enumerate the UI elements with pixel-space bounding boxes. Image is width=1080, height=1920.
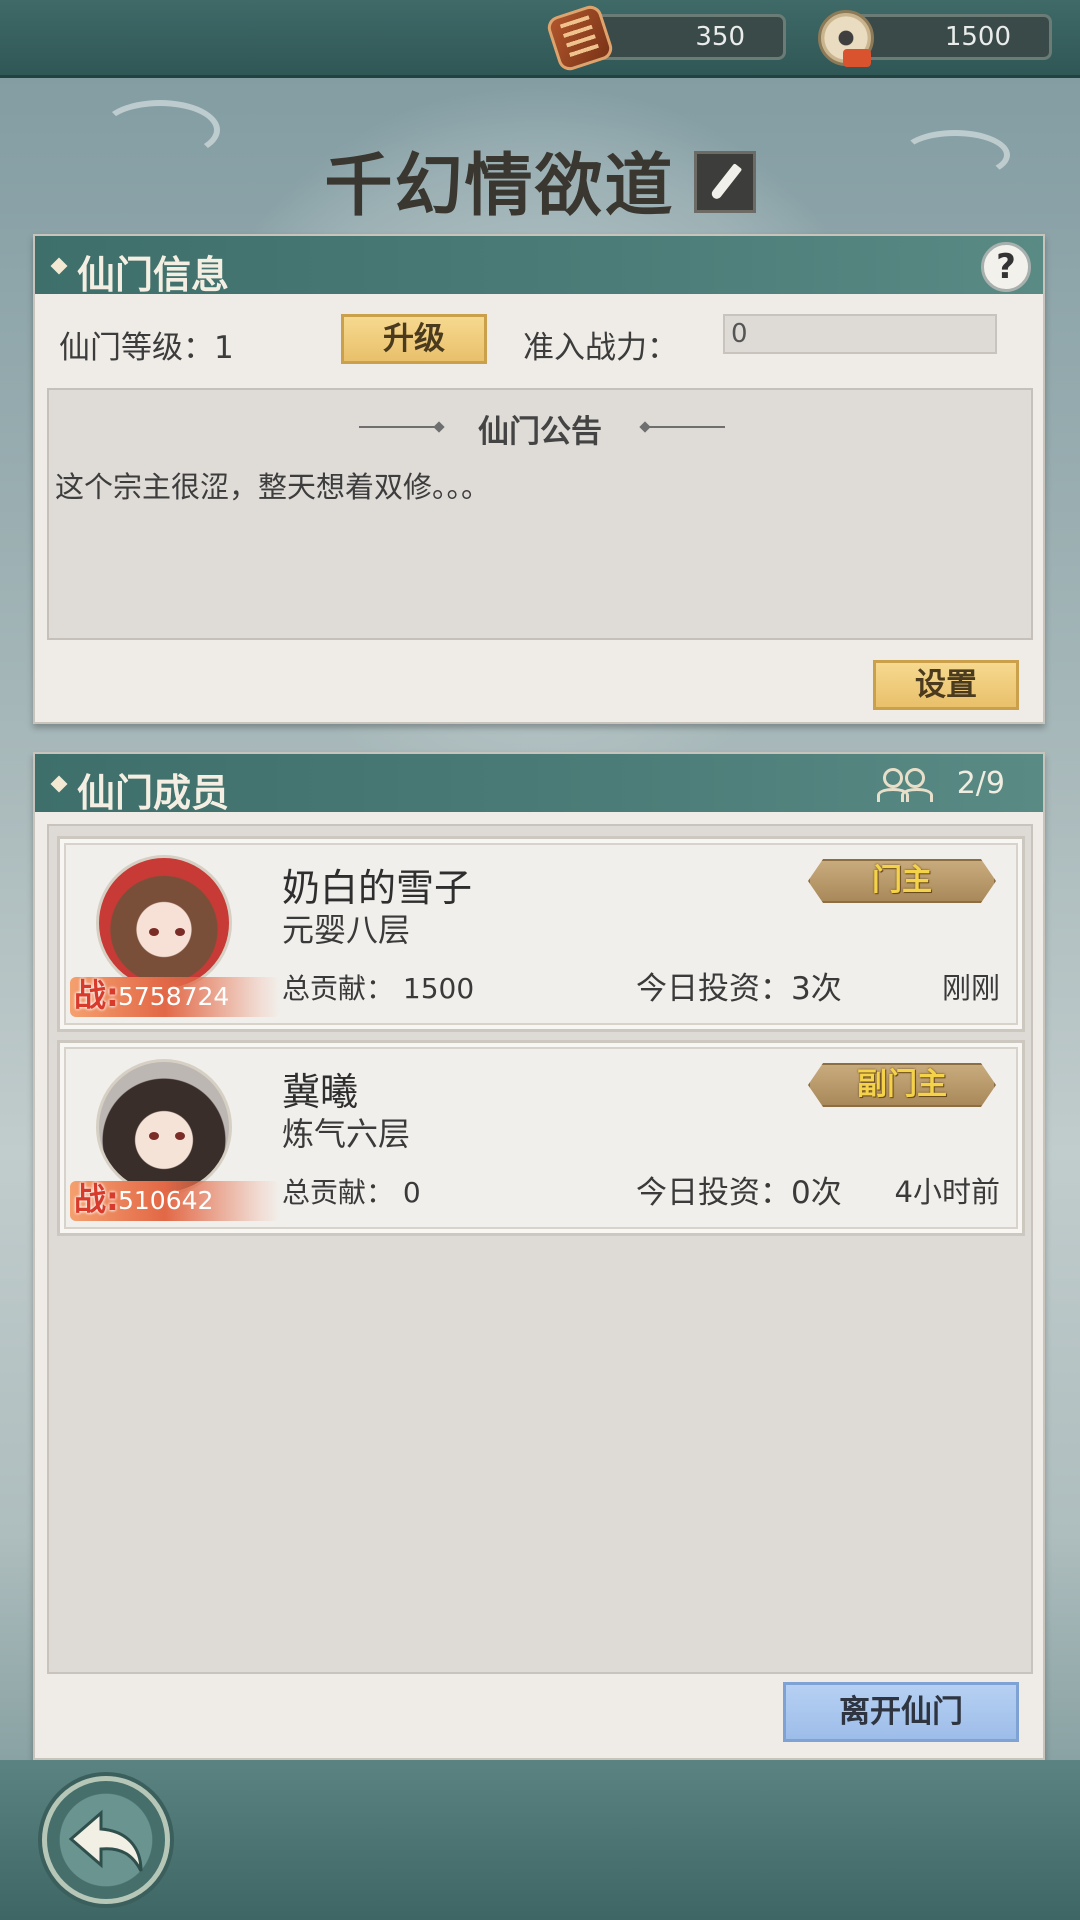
entry-power-input[interactable]: 0 bbox=[723, 314, 997, 354]
rank-badge: 副门主 bbox=[808, 1063, 996, 1107]
notice-title: 仙门公告 bbox=[478, 414, 602, 450]
sect-members-header: 仙门成员 2/9 bbox=[35, 754, 1043, 815]
member-contribution: 总贡献： 1500 bbox=[282, 972, 475, 1005]
member-realm: 炼气六层 bbox=[282, 1115, 411, 1153]
leave-sect-button[interactable]: 离开仙门 bbox=[783, 1682, 1019, 1742]
combat-power-value: 510642 bbox=[118, 1186, 214, 1215]
member-last-seen: 4小时前 bbox=[894, 1175, 1000, 1209]
sect-level-label: 仙门等级：1 bbox=[59, 330, 234, 366]
leave-sect-button-label: 离开仙门 bbox=[839, 1694, 963, 1730]
help-button[interactable]: ? bbox=[981, 242, 1031, 292]
back-arrow-icon bbox=[68, 1809, 143, 1872]
resource-abacus-counter: 350 bbox=[586, 14, 786, 60]
resource-coin-value: 1500 bbox=[944, 22, 1011, 52]
sect-info-header: 仙门信息 ? bbox=[35, 236, 1043, 297]
rank-badge: 门主 bbox=[808, 859, 996, 903]
edit-name-button[interactable] bbox=[693, 150, 756, 213]
upgrade-button-label: 升级 bbox=[383, 321, 445, 357]
diamond-icon bbox=[50, 257, 68, 275]
member-card[interactable]: 战: 510642 冀曦 炼气六层 总贡献： 0 今日投资：0次 4小时前 副门… bbox=[57, 1040, 1025, 1236]
sect-title-bar: 千幻情欲道 bbox=[0, 130, 1080, 229]
sect-info-panel: 仙门信息 ? 仙门等级：1 升级 准入战力： 0 仙门公告 这个宗主很涩，整天想… bbox=[33, 234, 1045, 724]
resource-abacus-value: 350 bbox=[695, 22, 745, 52]
combat-power-prefix: 战: bbox=[74, 1180, 119, 1218]
sect-members-title: 仙门成员 bbox=[77, 770, 230, 815]
decorative-line bbox=[645, 426, 725, 428]
top-resource-bar: 350 1500 bbox=[0, 0, 1080, 78]
entry-power-value: 0 bbox=[731, 319, 748, 349]
combat-power-tag: 战: 5758724 bbox=[70, 976, 280, 1017]
upgrade-button[interactable]: 升级 bbox=[341, 314, 487, 364]
avatar bbox=[96, 855, 232, 991]
member-list: 战: 5758724 奶白的雪子 元婴八层 总贡献： 1500 今日投资：3次 … bbox=[47, 824, 1033, 1674]
sect-info-title: 仙门信息 bbox=[77, 252, 230, 297]
combat-power-value: 5758724 bbox=[118, 982, 230, 1011]
settings-button-label: 设置 bbox=[915, 667, 977, 703]
combat-power-tag: 战: 510642 bbox=[70, 1180, 280, 1221]
diamond-icon bbox=[50, 775, 68, 793]
settings-button[interactable]: 设置 bbox=[873, 660, 1019, 710]
member-name: 冀曦 bbox=[282, 1070, 359, 1114]
member-invest-today: 今日投资：3次 bbox=[636, 971, 842, 1007]
resource-coin-counter: 1500 bbox=[846, 14, 1052, 60]
member-card[interactable]: 战: 5758724 奶白的雪子 元婴八层 总贡献： 1500 今日投资：3次 … bbox=[57, 836, 1025, 1032]
member-contribution: 总贡献： 0 bbox=[282, 1176, 421, 1209]
entry-power-label: 准入战力： bbox=[523, 330, 678, 366]
sect-name: 千幻情欲道 bbox=[324, 146, 675, 226]
sect-level-row: 仙门等级：1 升级 准入战力： 0 bbox=[59, 314, 1019, 366]
member-name: 奶白的雪子 bbox=[282, 866, 473, 910]
jade-coin-icon bbox=[818, 10, 874, 67]
member-count: 2/9 bbox=[956, 766, 1005, 801]
avatar bbox=[96, 1059, 232, 1195]
members-icon bbox=[877, 766, 933, 802]
notice-text: 这个宗主很涩，整天想着双修。。。 bbox=[55, 470, 491, 504]
member-invest-today: 今日投资：0次 bbox=[636, 1175, 842, 1211]
sect-members-panel: 仙门成员 2/9 战: 5758724 奶白的雪子 元婴八层 总贡献： 1500… bbox=[33, 752, 1045, 1760]
sect-notice-box: 仙门公告 这个宗主很涩，整天想着双修。。。 bbox=[47, 388, 1033, 640]
member-last-seen: 刚刚 bbox=[941, 971, 1000, 1005]
member-realm: 元婴八层 bbox=[282, 911, 411, 949]
back-button[interactable] bbox=[42, 1776, 170, 1904]
combat-power-prefix: 战: bbox=[74, 976, 119, 1014]
